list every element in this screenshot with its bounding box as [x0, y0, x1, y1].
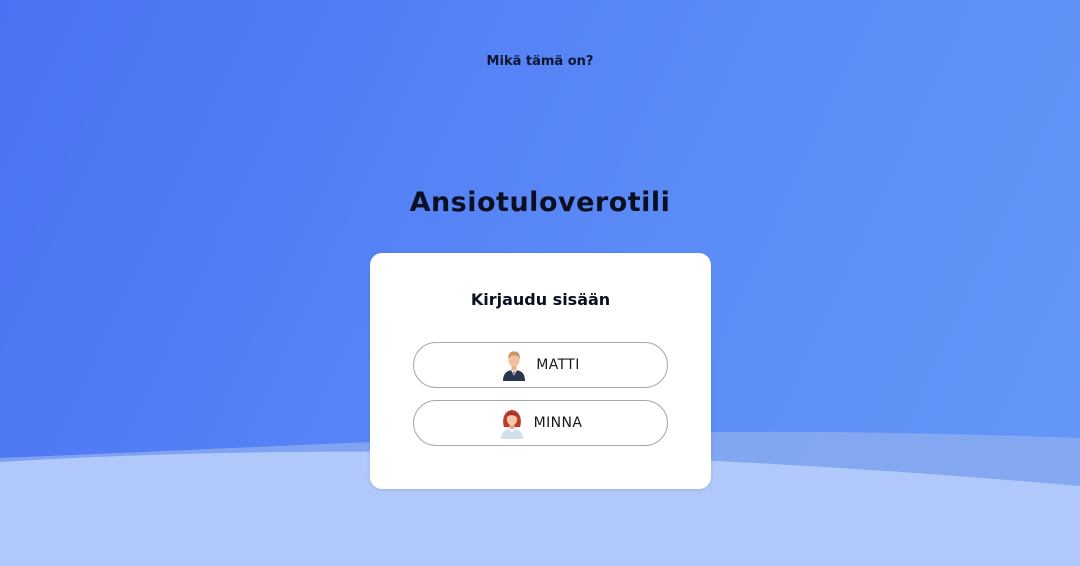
app-title: Ansiotuloverotili: [409, 187, 671, 218]
login-page: Mikä tämä on? Ansiotuloverotili Kirjaudu…: [0, 0, 1080, 566]
login-button-minna[interactable]: MINNA: [413, 400, 668, 446]
male-avatar-icon: [503, 351, 526, 381]
what-is-this-link[interactable]: Mikä tämä on?: [0, 54, 1080, 69]
user-label-matti: MATTI: [536, 357, 580, 373]
login-button-matti[interactable]: MATTI: [413, 342, 668, 388]
user-label-minna: MINNA: [533, 415, 583, 431]
login-title: Kirjaudu sisään: [470, 290, 611, 309]
female-avatar-icon: [500, 410, 523, 439]
login-card: Kirjaudu sisään MATTI MINNA: [370, 253, 711, 489]
